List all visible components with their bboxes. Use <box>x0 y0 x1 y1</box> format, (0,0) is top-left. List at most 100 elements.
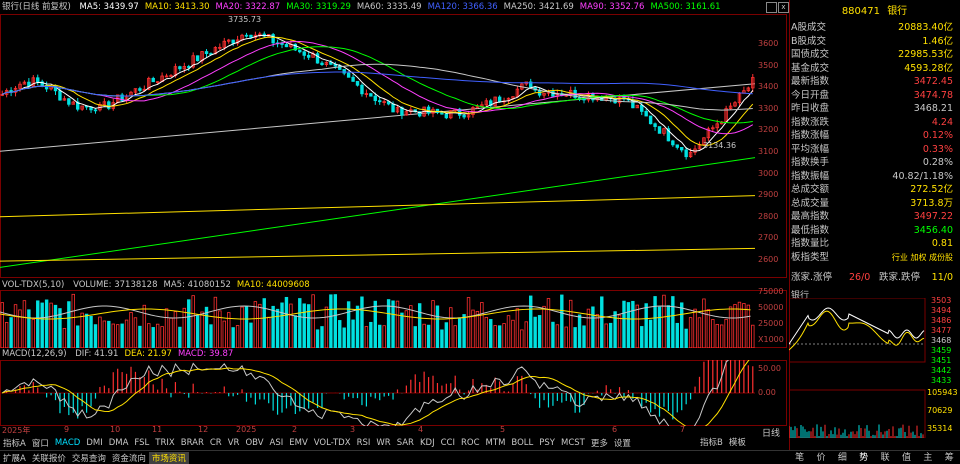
candle-body <box>244 34 249 37</box>
y-axis-label: 3200 <box>758 125 779 135</box>
candle-body <box>497 96 502 103</box>
x-axis-label: 2025 <box>236 425 257 434</box>
main-chart-legend: 银行(日线 前复权) MA5: 3439.97 MA10: 3413.30 MA20… <box>2 1 733 13</box>
x-axis-label: 11 <box>152 425 163 434</box>
indicator-tab-right-item[interactable]: 指标B <box>697 436 726 449</box>
indicator-tab[interactable]: MCST <box>558 438 588 448</box>
quote-panel-tab[interactable]: 价 <box>817 450 826 463</box>
y-axis-label: 3100 <box>758 147 779 156</box>
indicator-tab[interactable]: OBV <box>242 438 266 448</box>
indicator-tab[interactable]: CR <box>207 438 225 448</box>
volume-bar <box>386 299 391 348</box>
volume-bar <box>258 303 262 348</box>
volume-bar <box>355 305 360 348</box>
volume-bar <box>338 320 342 348</box>
volume-legend-items: VOLUME: 37138128 MA5: 41080152 MA10: 44009… <box>73 280 316 290</box>
volume-bar <box>524 321 528 348</box>
volume-bar <box>213 296 218 348</box>
quote-row-key: A股成交 <box>791 22 826 33</box>
indicator-tab[interactable]: 设置 <box>611 437 634 449</box>
y-axis-label: 3000 <box>758 168 779 178</box>
indicator-tab[interactable]: SAR <box>394 438 417 448</box>
volume-bar <box>626 302 631 348</box>
volume-bar <box>271 305 275 348</box>
volume-bar <box>591 306 595 348</box>
indicator-tab[interactable]: ROC <box>458 438 483 448</box>
bottom-tab[interactable]: 扩展A <box>0 452 29 464</box>
y-axis-label: 3400 <box>758 82 779 92</box>
bottom-tab[interactable]: 交易查询 <box>69 452 109 464</box>
mini-y-label: 3503 <box>931 296 952 305</box>
main-chart-close-icon[interactable]: x <box>778 2 789 13</box>
indicator-tab[interactable]: 指标A <box>0 437 29 449</box>
ma-line <box>2 71 753 97</box>
volume-bar <box>329 294 333 348</box>
indicator-tab[interactable]: WR <box>373 438 393 448</box>
quote-row-value: 行业 加权 成份股 <box>891 252 953 262</box>
volume-bar <box>27 309 31 348</box>
y-axis-label: 0.00 <box>758 388 776 397</box>
main-chart-maximize-icon[interactable] <box>766 2 777 13</box>
candle-body <box>280 42 284 45</box>
volume-bar <box>369 321 373 348</box>
indicator-tab[interactable]: MACD <box>52 438 83 448</box>
bottom-tab[interactable]: 关联报价 <box>29 452 69 464</box>
indicator-tab[interactable]: MTM <box>483 438 509 448</box>
indicator-tab-bar: 指标A 窗口 MACD DMI DMA FSL TRIX BRAR CR VR OBV ASI EMV V… <box>0 436 786 449</box>
quote-panel-tab[interactable]: 值 <box>902 450 911 463</box>
volume-bar <box>40 302 44 348</box>
indicator-tab[interactable]: VOL-TDX <box>311 438 354 448</box>
indicator-tab[interactable]: DMI <box>83 438 105 448</box>
candle-body <box>320 62 324 65</box>
quote-row: 基金成交 4593.28亿 <box>791 63 957 76</box>
quote-panel-tab[interactable]: 势 <box>859 450 868 463</box>
volume-chart[interactable] <box>0 290 787 348</box>
volume-bar <box>9 317 13 348</box>
indicator-tab[interactable]: ASI <box>267 438 287 448</box>
legend-item: VOLUME: 37138128 <box>73 280 158 290</box>
indicator-tab[interactable]: TRIX <box>152 438 177 448</box>
intraday-mini-chart[interactable] <box>789 298 929 438</box>
indicator-tab[interactable]: PSY <box>536 438 558 448</box>
indicator-tab[interactable]: BRAR <box>178 438 207 448</box>
volume-bar <box>537 315 542 348</box>
volume-bar <box>542 305 546 348</box>
bottom-tab[interactable]: 市场资讯 <box>148 451 189 464</box>
indicator-tab[interactable]: BOLL <box>508 438 536 448</box>
indicator-tab-right-item[interactable]: 模板 <box>726 436 749 449</box>
price-chart[interactable]: 3735.73 3134.36 <box>0 14 787 278</box>
volume-bar <box>671 296 675 348</box>
quote-panel-tab[interactable]: 细 <box>838 450 847 463</box>
indicator-tab[interactable]: FSL <box>131 438 152 448</box>
candle-body <box>195 55 200 62</box>
indicator-tab[interactable]: 窗口 <box>29 437 52 449</box>
macd-legend-items: DIF: 41.91 DEA: 21.97 MACD: 39.87 <box>75 349 239 359</box>
quote-panel-tab[interactable]: 筹 <box>945 450 954 463</box>
candle-body <box>680 147 684 151</box>
indicator-tab[interactable]: DMA <box>106 438 132 448</box>
indicator-tab[interactable]: VR <box>225 438 243 448</box>
quote-row-key: 国债成交 <box>791 49 830 60</box>
indicator-tab[interactable]: 更多 <box>588 437 611 449</box>
mini-y-label: 3442 <box>931 366 952 375</box>
volume-bar <box>178 326 182 348</box>
volume-bar <box>724 318 728 348</box>
quote-panel-tab[interactable]: 联 <box>881 450 890 463</box>
volume-bar <box>644 303 648 348</box>
volume-bar <box>555 324 560 348</box>
x-axis-label: 2 <box>292 425 298 434</box>
indicator-tab[interactable]: EMV <box>286 438 311 448</box>
volume-bar <box>80 312 84 348</box>
volume-bar <box>413 326 417 348</box>
quote-panel-tab[interactable]: 笔 <box>795 450 804 463</box>
indicator-tab[interactable]: CCI <box>438 438 458 448</box>
bottom-tab[interactable]: 资金流向 <box>109 452 149 464</box>
volume-bar <box>49 302 53 348</box>
macd-chart[interactable] <box>0 360 787 426</box>
candle-body <box>653 123 657 127</box>
indicator-tab[interactable]: RSI <box>354 438 374 448</box>
volume-bar <box>577 314 582 348</box>
indicator-tab[interactable]: KDJ <box>417 438 438 448</box>
quote-panel-tab[interactable]: 主 <box>923 450 932 463</box>
volume-bar <box>520 329 524 348</box>
